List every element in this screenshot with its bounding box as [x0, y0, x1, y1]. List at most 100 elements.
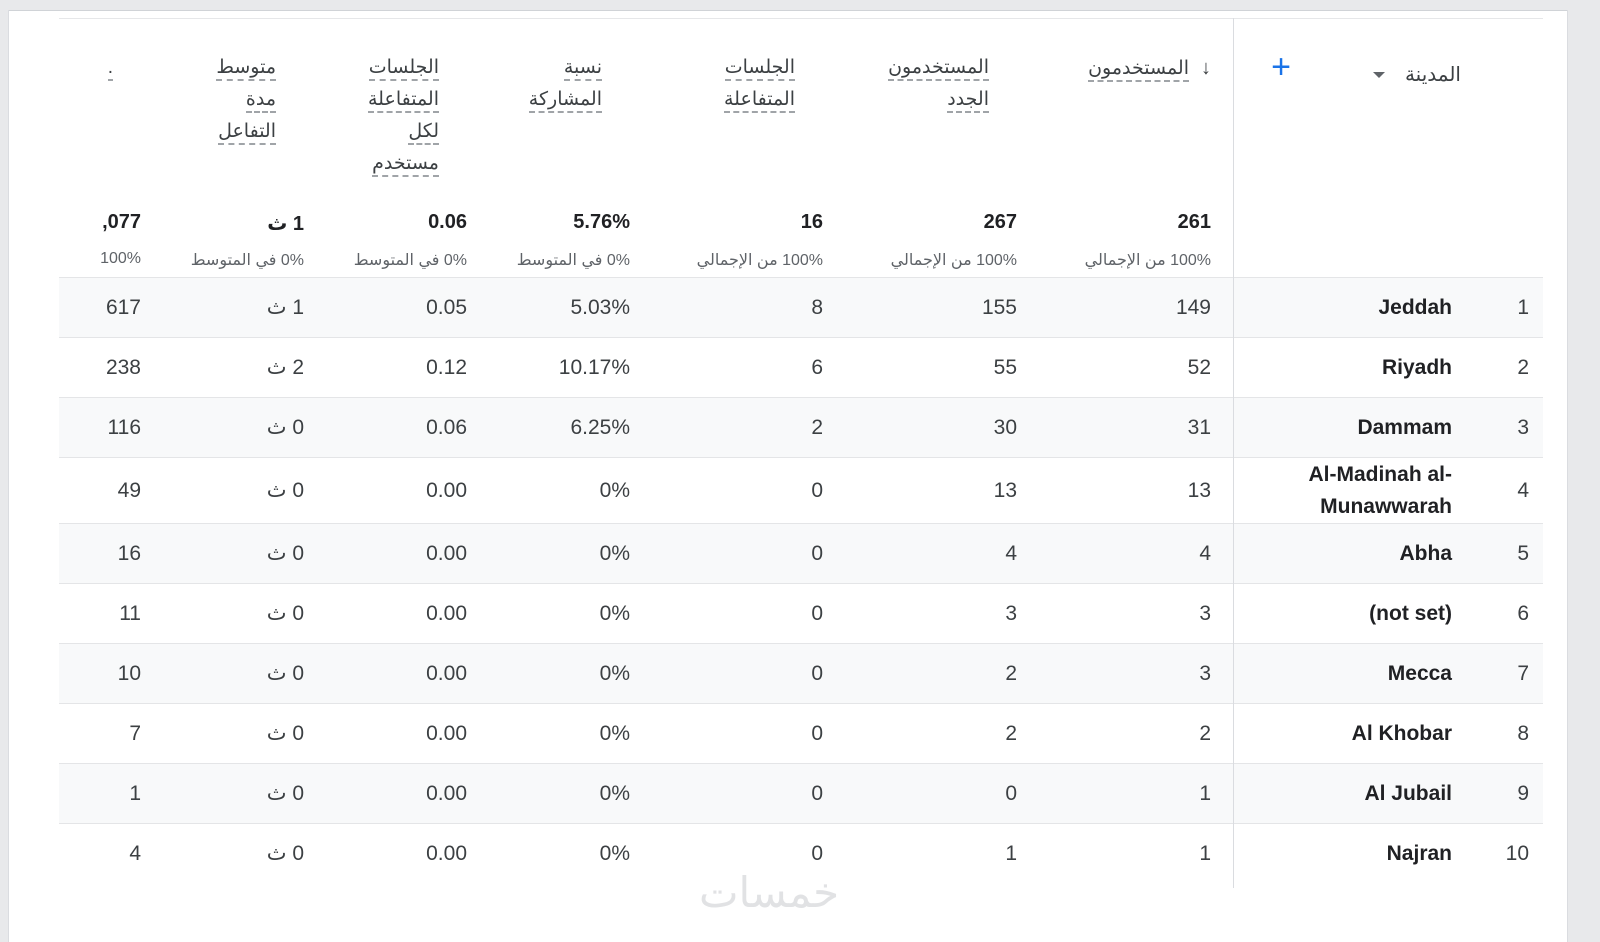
- city-name: Jeddah: [1378, 295, 1452, 319]
- metric-cell-6: 0 ث: [266, 722, 304, 745]
- metric-cell-4: 0%: [599, 541, 630, 565]
- metric-cell-7: 7: [129, 721, 141, 745]
- metric-cell-4: 0%: [599, 721, 630, 745]
- metric-cell-3: 2: [811, 415, 823, 439]
- metric-cell-2: 13: [993, 478, 1017, 502]
- metric-subtotal-7: 100%: [100, 250, 141, 267]
- metric-cell-3: 0: [811, 601, 823, 625]
- header-border: [59, 18, 1543, 19]
- metric-cell-3: 0: [811, 781, 823, 805]
- table-row[interactable]: 1 Jeddah 149 155 8 5.03% 0.05 1 ث 617: [59, 277, 1543, 337]
- row-index: 10: [1505, 841, 1529, 865]
- sort-arrow-icon[interactable]: ↓: [1197, 52, 1211, 84]
- table-row[interactable]: 5 Abha 4 4 0 0% 0.00 0 ث 16: [59, 523, 1543, 583]
- metric-header-4[interactable]: نسبة المشاركة: [528, 52, 602, 116]
- metric-cell-1: 4: [1199, 541, 1211, 565]
- metric-cell-2: 30: [993, 415, 1017, 439]
- metric-subtotal-4: 0% في المتوسط: [516, 252, 630, 269]
- metric-cell-5: 0.06: [426, 415, 467, 439]
- metric-cell-6: 0 ث: [266, 542, 304, 565]
- metric-header-2[interactable]: المستخدمون الجدد: [888, 52, 989, 116]
- watermark: خمسات: [699, 868, 840, 917]
- city-name: Al Khobar: [1351, 721, 1452, 745]
- metric-cell-2: 155: [981, 295, 1017, 319]
- metric-cell-6: 0 ث: [266, 782, 304, 805]
- metric-header-line: المتفاعلة: [724, 89, 795, 113]
- metric-cell-3: 0: [811, 541, 823, 565]
- metric-cell-7: 10: [117, 661, 141, 685]
- metric-cell-1: 149: [1175, 295, 1211, 319]
- metric-cell-5: 0.12: [426, 355, 467, 379]
- table-row[interactable]: 7 Mecca 3 2 0 0% 0.00 0 ث 10: [59, 643, 1543, 703]
- city-name: Al Jubail: [1364, 781, 1452, 805]
- metric-cell-5: 0.00: [426, 841, 467, 865]
- table-row[interactable]: 3 Dammam 31 30 2 6.25% 0.06 0 ث 116: [59, 397, 1543, 457]
- table-row[interactable]: 8 Al Khobar 2 2 0 0% 0.00 0 ث 7: [59, 703, 1543, 763]
- metric-cell-7: 49: [117, 478, 141, 502]
- metric-header-6[interactable]: متوسط مدة التفاعل: [216, 52, 276, 148]
- metric-cell-1: 3: [1199, 601, 1211, 625]
- metric-total-4: 5.76%: [573, 211, 630, 233]
- city-name: Dammam: [1357, 415, 1452, 439]
- metric-header-line: مستخدم: [372, 153, 439, 177]
- table-row[interactable]: 2 Riyadh 52 55 6 10.17% 0.12 2 ث 238: [59, 337, 1543, 397]
- metric-cell-6: 0 ث: [266, 479, 304, 502]
- metric-cell-4: 0%: [599, 478, 630, 502]
- metric-cell-7: 116: [107, 415, 141, 439]
- metric-cell-2: 55: [993, 355, 1017, 379]
- dimension-label: المدينة: [1404, 64, 1461, 86]
- metric-total-1: 261: [1177, 211, 1211, 233]
- metric-cell-4: 6.25%: [570, 415, 630, 439]
- metric-total-3: 16: [800, 211, 823, 233]
- metric-total-7: ,077: [102, 211, 141, 233]
- metric-cell-7: 1: [129, 781, 141, 805]
- add-dimension-button[interactable]: +: [1263, 50, 1299, 86]
- row-index: 1: [1517, 295, 1529, 319]
- metric-cell-7: 16: [117, 541, 141, 565]
- metric-cell-4: 10.17%: [558, 355, 630, 379]
- city-name: (not set): [1369, 601, 1452, 625]
- metric-header-7[interactable]: .: [107, 52, 113, 84]
- table-body: 1 Jeddah 149 155 8 5.03% 0.05 1 ث 617 2 Riyadh 52 55…: [59, 277, 1543, 883]
- data-table: المدينة + ↓المستخدمون 261 100% من الإجمالي…: [59, 18, 1543, 888]
- metric-header-line: مدة: [245, 89, 276, 113]
- row-index: 9: [1517, 781, 1529, 805]
- metric-cell-4: 5.03%: [570, 295, 630, 319]
- city-name: Riyadh: [1381, 355, 1452, 379]
- metric-cell-2: 3: [1005, 601, 1017, 625]
- chevron-down-icon: [1372, 71, 1385, 78]
- metric-header-line: نسبة: [563, 57, 602, 81]
- metric-subtotal-5: 0% في المتوسط: [353, 252, 467, 269]
- metric-header-line: الجلسات: [368, 57, 439, 81]
- metric-header-line: الجلسات: [724, 57, 795, 81]
- row-index: 3: [1517, 415, 1529, 439]
- table-header: المدينة + ↓ المستخدمون 261 100% من الإجمالي…: [59, 18, 1543, 277]
- table-row[interactable]: 9 Al Jubail 1 0 0 0% 0.00 0 ث 1: [59, 763, 1543, 823]
- metric-cell-6: 1 ث: [266, 296, 304, 319]
- metric-header-5[interactable]: الجلسات المتفاعلة لكل مستخدم: [368, 52, 439, 180]
- metric-cell-2: 2: [1005, 721, 1017, 745]
- metric-cell-3: 6: [811, 355, 823, 379]
- metric-cell-1: 3: [1199, 661, 1211, 685]
- table-row[interactable]: 4 Al-Madinah al-Munawwarah 13 13 0 0% 0.00 0 ث 4…: [59, 457, 1543, 523]
- metric-cell-1: 31: [1187, 415, 1211, 439]
- top-border: [9, 10, 1567, 11]
- metric-cell-6: 2 ث: [266, 356, 304, 379]
- metric-total-2: 267: [983, 211, 1017, 233]
- metric-cell-5: 0.05: [426, 295, 467, 319]
- metric-header-1[interactable]: ↓ المستخدمون: [1088, 52, 1211, 85]
- metric-subtotal-1: 100% من الإجمالي: [1084, 252, 1211, 269]
- metric-header-line: .: [107, 57, 113, 81]
- metric-cell-7: 617: [105, 295, 141, 319]
- city-name: Abha: [1399, 541, 1453, 565]
- metric-cell-6: 0 ث: [266, 842, 304, 865]
- metric-subtotal-3: 100% من الإجمالي: [696, 252, 823, 269]
- metric-subtotal-2: 100% من الإجمالي: [890, 252, 1017, 269]
- dimension-selector[interactable]: المدينة: [1372, 62, 1461, 87]
- row-index: 2: [1517, 355, 1529, 379]
- table-row[interactable]: 6 (not set) 3 3 0 0% 0.00 0 ث 11: [59, 583, 1543, 643]
- metric-cell-6: 0 ث: [266, 416, 304, 439]
- metric-cell-7: 4: [129, 841, 141, 865]
- metric-header-3[interactable]: الجلسات المتفاعلة: [724, 52, 795, 116]
- metric-cell-4: 0%: [599, 781, 630, 805]
